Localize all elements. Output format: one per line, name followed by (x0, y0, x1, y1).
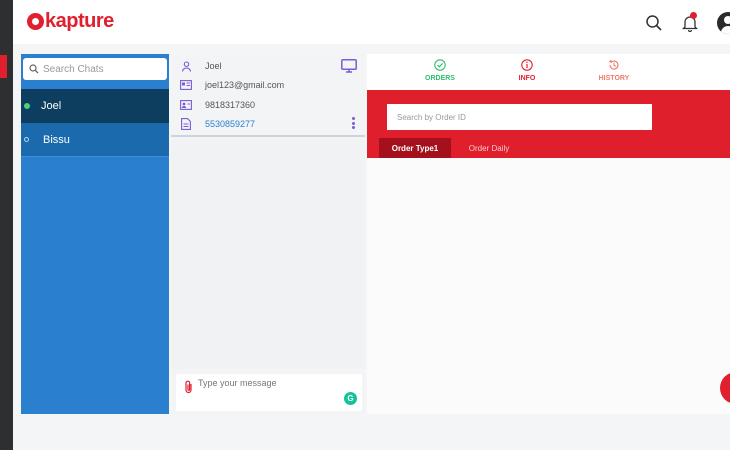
order-search-band: Order Type1 Order Daily (367, 90, 730, 158)
order-panel-tabs: ORDERS INFO HISTORY (367, 54, 730, 90)
customer-ticket-id[interactable]: 5530859277 (205, 119, 255, 129)
message-composer: G (176, 374, 362, 411)
left-rail (0, 0, 13, 450)
chat-item-joel[interactable]: Joel (21, 89, 169, 123)
chat-item-label: Joel (41, 100, 62, 112)
subtab-order-daily[interactable]: Order Daily (457, 138, 521, 158)
order-panel: ORDERS INFO HISTORY Order Type1 Order Da… (367, 54, 730, 414)
online-status-dot (24, 103, 30, 109)
document-icon (180, 118, 192, 130)
chat-search-box (23, 58, 167, 80)
offline-status-dot (24, 137, 29, 142)
top-header: kapture (13, 0, 730, 44)
kapture-logo[interactable]: kapture (27, 10, 114, 33)
tab-orders[interactable]: ORDERS (410, 59, 470, 82)
search-icon (29, 64, 39, 74)
order-search-input[interactable] (387, 104, 652, 130)
person-icon (180, 60, 192, 72)
tab-history[interactable]: HISTORY (584, 59, 644, 82)
customer-phone-row: 9818317360 (180, 98, 255, 112)
id-card-icon (180, 79, 192, 91)
chat-search-input[interactable] (43, 63, 153, 75)
customer-ticket-row[interactable]: 5530859277 (180, 117, 255, 131)
customer-email-row: joel123@gmail.com (180, 78, 284, 92)
more-options-icon[interactable] (352, 117, 356, 129)
check-circle-icon (434, 59, 446, 71)
monitor-icon[interactable] (341, 59, 357, 73)
logo-mark-icon (27, 13, 44, 30)
tab-label: ORDERS (425, 75, 455, 82)
message-thread[interactable] (171, 139, 365, 369)
grammarly-icon[interactable]: G (344, 392, 357, 405)
notification-dot (690, 12, 697, 19)
customer-info-card: Joel joel123@gmail.com 9818317360 553085… (171, 54, 365, 137)
chat-list-panel: Joel Bissu (21, 54, 169, 414)
customer-name-row: Joel (180, 59, 222, 73)
customer-phone: 9818317360 (205, 100, 256, 110)
tab-label: INFO (518, 75, 536, 82)
chat-item-label: Bissu (43, 133, 70, 146)
customer-email: joel123@gmail.com (205, 80, 285, 90)
rail-active-marker[interactable] (0, 55, 7, 78)
search-icon[interactable] (645, 14, 663, 32)
conversation-panel: Joel joel123@gmail.com 9818317360 553085… (171, 54, 365, 414)
attachment-icon[interactable] (184, 380, 194, 394)
user-avatar-icon[interactable] (717, 12, 730, 34)
subtab-order-type1[interactable]: Order Type1 (379, 138, 451, 158)
tab-info[interactable]: INFO (497, 59, 557, 82)
contact-card-icon (180, 99, 192, 111)
customer-name: Joel (205, 61, 222, 71)
footer-strip (13, 414, 730, 450)
tab-label: HISTORY (598, 75, 630, 82)
history-icon (608, 59, 619, 70)
message-input[interactable] (198, 378, 338, 388)
bell-icon[interactable] (681, 12, 699, 33)
logo-text: kapture (45, 10, 114, 32)
info-circle-icon (521, 59, 533, 71)
chat-item-bissu[interactable]: Bissu (21, 123, 169, 157)
